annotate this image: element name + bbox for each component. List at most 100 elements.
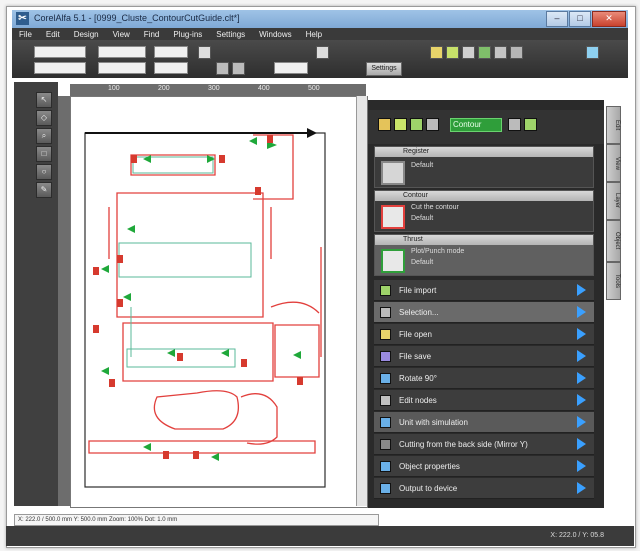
mirror-icon bbox=[380, 438, 391, 450]
side-tab-object[interactable]: Object bbox=[606, 220, 621, 262]
action-output-device[interactable]: Output to device bbox=[374, 478, 594, 499]
action-object-properties[interactable]: Object properties bbox=[374, 456, 594, 477]
play-arrow-icon[interactable] bbox=[577, 350, 586, 362]
layer-contour[interactable]: Contour Cut the contour Default bbox=[374, 190, 594, 232]
save-icon[interactable] bbox=[446, 46, 459, 59]
hand-icon[interactable] bbox=[510, 46, 523, 59]
side-tab-edit[interactable]: Edit bbox=[606, 106, 621, 144]
distribute-icon[interactable] bbox=[232, 62, 245, 75]
feed-direction-arrow bbox=[307, 128, 317, 138]
side-tab-layer[interactable]: Layer bbox=[606, 182, 621, 220]
ruler-tick: 200 bbox=[158, 85, 170, 92]
play-arrow-icon[interactable] bbox=[577, 394, 586, 406]
layer-thrust[interactable]: Thrust Plot/Punch mode Default bbox=[374, 234, 594, 276]
settings-button[interactable]: Settings bbox=[366, 62, 402, 76]
menu-find[interactable]: Find bbox=[137, 30, 167, 39]
pen-tool-icon[interactable]: ✎ bbox=[36, 182, 52, 198]
selection-icon bbox=[380, 306, 391, 318]
action-edit-nodes[interactable]: Edit nodes bbox=[374, 390, 594, 411]
rectangle-tool-icon[interactable]: □ bbox=[36, 146, 52, 162]
action-label: Edit nodes bbox=[399, 395, 437, 405]
cut-icon[interactable] bbox=[478, 46, 491, 59]
menu-windows[interactable]: Windows bbox=[252, 30, 298, 39]
action-unit-simulation[interactable]: Unit with simulation bbox=[374, 412, 594, 433]
design-canvas[interactable] bbox=[70, 96, 368, 508]
layer-down-icon[interactable] bbox=[524, 118, 537, 131]
side-tab-strip: Edit View Layer Object Tools bbox=[606, 106, 621, 302]
action-file-save[interactable]: File save bbox=[374, 346, 594, 367]
menu-view[interactable]: View bbox=[106, 30, 137, 39]
width-field[interactable] bbox=[98, 46, 146, 58]
side-tab-view[interactable]: View bbox=[606, 144, 621, 182]
layer-thrust-thumbnail bbox=[381, 249, 405, 273]
menu-edit[interactable]: Edit bbox=[39, 30, 67, 39]
new-layer-icon[interactable] bbox=[378, 118, 391, 131]
scale-x-field[interactable] bbox=[154, 46, 188, 58]
action-file-import[interactable]: File import bbox=[374, 280, 594, 301]
select-tool-icon[interactable]: ↖ bbox=[36, 92, 52, 108]
action-label: Rotate 90° bbox=[399, 373, 437, 383]
ruler-tick: 500 bbox=[308, 85, 320, 92]
play-arrow-icon[interactable] bbox=[577, 482, 586, 494]
node-tool-icon[interactable]: ◇ bbox=[36, 110, 52, 126]
layer-options-icon[interactable] bbox=[394, 118, 407, 131]
play-arrow-icon[interactable] bbox=[577, 306, 586, 318]
layer-up-icon[interactable] bbox=[508, 118, 521, 131]
align-icon[interactable] bbox=[216, 62, 229, 75]
action-rotate-90[interactable]: Rotate 90° bbox=[374, 368, 594, 389]
ellipse-tool-icon[interactable]: ○ bbox=[36, 164, 52, 180]
contour-drawing bbox=[84, 128, 326, 488]
cursor-coordinates: X: 222.0 / Y: 05.8 bbox=[550, 532, 604, 539]
action-label: File open bbox=[399, 329, 432, 339]
action-file-open[interactable]: File open bbox=[374, 324, 594, 345]
x-position-field[interactable] bbox=[34, 46, 86, 58]
vertical-ruler bbox=[58, 96, 70, 506]
layer-thrust-setting: Default bbox=[411, 259, 434, 266]
side-tab-tools[interactable]: Tools bbox=[606, 262, 621, 300]
snap-icon[interactable] bbox=[316, 46, 329, 59]
play-arrow-icon[interactable] bbox=[577, 328, 586, 340]
menu-help[interactable]: Help bbox=[299, 30, 329, 39]
maximize-button[interactable]: □ bbox=[569, 11, 591, 27]
scale-y-field[interactable] bbox=[154, 62, 188, 74]
print-icon[interactable] bbox=[462, 46, 475, 59]
menu-plugins[interactable]: Plug-ins bbox=[166, 30, 209, 39]
layer-thrust-mode: Plot/Punch mode bbox=[411, 248, 465, 255]
folder-icon[interactable] bbox=[430, 46, 443, 59]
action-label: Output to device bbox=[399, 483, 458, 493]
current-layer-selector[interactable]: Contour bbox=[450, 118, 502, 132]
rotation-field[interactable] bbox=[274, 62, 308, 74]
app-logo-icon: ✂ bbox=[16, 12, 29, 25]
rotate-icon bbox=[380, 372, 391, 384]
layer-lock-icon[interactable] bbox=[426, 118, 439, 131]
close-button[interactable]: ✕ bbox=[592, 11, 626, 27]
action-mirror-y[interactable]: Cutting from the back side (Mirror Y) bbox=[374, 434, 594, 455]
action-label: Unit with simulation bbox=[399, 417, 468, 427]
menu-settings[interactable]: Settings bbox=[209, 30, 252, 39]
action-selection[interactable]: Selection... bbox=[374, 302, 594, 323]
menu-design[interactable]: Design bbox=[67, 30, 106, 39]
zoom-icon[interactable] bbox=[494, 46, 507, 59]
lock-ratio-icon[interactable] bbox=[198, 46, 211, 59]
layers-actions-panel: Contour Register Default Contour Cut the… bbox=[368, 100, 604, 508]
height-field[interactable] bbox=[98, 62, 146, 74]
layer-register[interactable]: Register Default bbox=[374, 146, 594, 188]
minimize-button[interactable]: – bbox=[546, 11, 568, 27]
y-position-field[interactable] bbox=[34, 62, 86, 74]
help-icon[interactable] bbox=[586, 46, 599, 59]
properties-icon bbox=[380, 460, 391, 472]
play-arrow-icon[interactable] bbox=[577, 372, 586, 384]
canvas-vertical-scrollbar[interactable] bbox=[356, 96, 367, 506]
action-label: File import bbox=[399, 285, 437, 295]
play-arrow-icon[interactable] bbox=[577, 416, 586, 428]
play-arrow-icon[interactable] bbox=[577, 284, 586, 296]
action-label: Object properties bbox=[399, 461, 460, 471]
menu-file[interactable]: File bbox=[12, 30, 39, 39]
layer-contour-mode: Cut the contour bbox=[411, 204, 459, 211]
play-arrow-icon[interactable] bbox=[577, 460, 586, 472]
zoom-tool-icon[interactable]: ⌕ bbox=[36, 128, 52, 144]
layer-visibility-icon[interactable] bbox=[410, 118, 423, 131]
play-arrow-icon[interactable] bbox=[577, 438, 586, 450]
horizontal-ruler: 100 200 300 400 500 bbox=[70, 84, 366, 96]
registration-markers bbox=[101, 137, 301, 461]
